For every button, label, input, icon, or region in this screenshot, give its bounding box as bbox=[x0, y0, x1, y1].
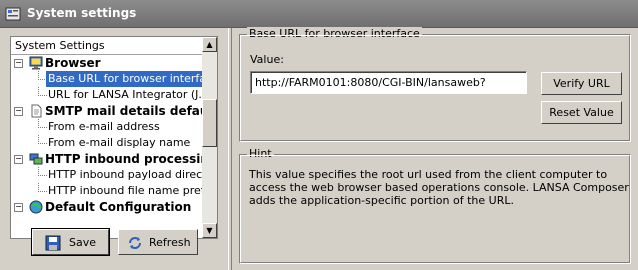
base-url-groupbox: Base URL for browser interface Value: Ve… bbox=[239, 27, 631, 142]
tree-node-label: Base URL for browser interface bbox=[46, 71, 217, 87]
hint-title: Hint bbox=[247, 147, 274, 160]
tree-node-label: From e-mail address bbox=[48, 120, 160, 133]
pane-splitter[interactable] bbox=[228, 28, 232, 270]
tree-node-browser[interactable]: − Browser bbox=[11, 55, 202, 71]
tree-node-label: HTTP inbound payload direct... bbox=[48, 168, 217, 181]
collapse-icon[interactable]: − bbox=[14, 107, 23, 116]
verify-url-button[interactable]: Verify URL bbox=[541, 72, 622, 95]
document-icon bbox=[31, 104, 42, 118]
base-url-input[interactable] bbox=[250, 71, 527, 94]
globe-icon bbox=[29, 200, 43, 214]
value-label: Value: bbox=[250, 53, 284, 66]
tree-header-label: System Settings bbox=[15, 39, 105, 52]
refresh-icon bbox=[129, 237, 141, 249]
settings-tree[interactable]: System Settings − Browser Base URL for b… bbox=[10, 36, 218, 239]
scroll-down-arrow-icon[interactable]: ▼ bbox=[202, 223, 217, 238]
tree-rows: − Browser Base URL for browser interface… bbox=[11, 55, 217, 215]
tree-column-header[interactable]: System Settings bbox=[11, 37, 202, 55]
scroll-thumb[interactable] bbox=[202, 99, 217, 147]
tree-node-label: HTTP inbound processing bbox=[45, 152, 218, 166]
tree-node-http-file-prefix[interactable]: HTTP inbound file name prefix bbox=[11, 183, 214, 199]
tree-node-label: SMTP mail details defaults bbox=[45, 104, 218, 118]
save-button[interactable]: Save bbox=[31, 228, 110, 256]
save-button-label: Save bbox=[69, 236, 97, 249]
expand-icon[interactable]: − bbox=[14, 203, 23, 212]
floppy-disk-icon bbox=[45, 235, 61, 251]
tree-vertical-scrollbar[interactable]: ▲ ▼ bbox=[202, 37, 217, 238]
tree-node-label: Browser bbox=[45, 56, 101, 70]
tree-node-label: From e-mail display name bbox=[48, 136, 191, 149]
tree-node-from-email-address[interactable]: From e-mail address bbox=[11, 119, 202, 135]
refresh-button[interactable]: Refresh bbox=[118, 229, 198, 255]
tree-node-from-email-display-name[interactable]: From e-mail display name bbox=[11, 135, 202, 151]
window-title: System settings bbox=[27, 6, 137, 20]
left-pane: System Settings − Browser Base URL for b… bbox=[0, 28, 228, 270]
monitor-icon bbox=[29, 56, 43, 70]
tree-node-label: URL for LANSA Integrator (J... bbox=[48, 88, 209, 101]
settings-app-icon bbox=[5, 7, 21, 21]
tree-node-lansa-integrator-url[interactable]: URL for LANSA Integrator (J... bbox=[11, 87, 209, 103]
tree-node-http-payload-directory[interactable]: HTTP inbound payload direct... bbox=[11, 167, 217, 183]
refresh-button-label: Refresh bbox=[149, 236, 191, 249]
title-bar: System settings bbox=[0, 0, 638, 28]
hint-groupbox: Hint This value specifies the root url u… bbox=[239, 147, 631, 264]
scroll-up-arrow-icon[interactable]: ▲ bbox=[202, 37, 217, 52]
groupbox-title: Base URL for browser interface bbox=[247, 27, 422, 40]
reset-value-button[interactable]: Reset Value bbox=[541, 101, 622, 124]
tree-node-label: HTTP inbound file name prefix bbox=[48, 184, 215, 197]
collapse-icon[interactable]: − bbox=[14, 59, 23, 68]
tree-node-base-url[interactable]: Base URL for browser interface bbox=[11, 71, 217, 87]
tree-node-http-inbound[interactable]: − HTTP inbound processing bbox=[11, 151, 217, 167]
hint-text: This value specifies the root url used f… bbox=[249, 168, 629, 207]
tree-node-default-configuration[interactable]: − Default Configuration bbox=[11, 199, 202, 215]
tree-node-label: Default Configuration bbox=[45, 200, 192, 214]
collapse-icon[interactable]: − bbox=[14, 155, 23, 164]
network-icon bbox=[29, 153, 43, 165]
tree-node-smtp[interactable]: − SMTP mail details defaults bbox=[11, 103, 217, 119]
